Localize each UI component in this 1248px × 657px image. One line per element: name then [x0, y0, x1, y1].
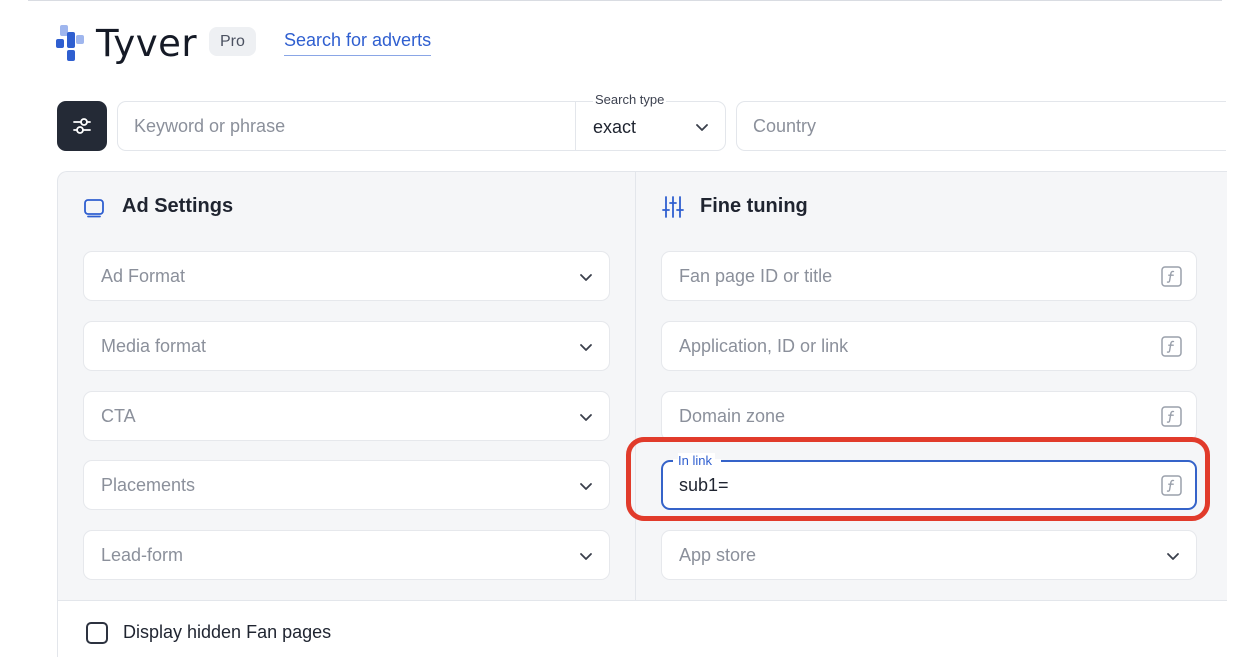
search-adverts-link[interactable]: Search for adverts — [284, 30, 432, 56]
fan-page-placeholder: Fan page ID or title — [679, 266, 833, 286]
lead-form-label: Lead-form — [101, 545, 184, 565]
chevron-down-icon — [580, 414, 592, 421]
domain-zone-placeholder: Domain zone — [679, 406, 786, 426]
cta-label: CTA — [101, 406, 136, 426]
chevron-down-icon — [580, 344, 592, 351]
function-icon[interactable] — [1161, 406, 1182, 427]
application-placeholder: Application, ID or link — [679, 336, 849, 356]
media-format-label: Media format — [101, 336, 207, 356]
brand-name: Tyver — [96, 22, 198, 65]
plan-badge: Pro — [209, 27, 256, 56]
highlight-annotation — [626, 437, 1210, 521]
function-icon[interactable] — [1161, 266, 1182, 287]
layers-icon — [84, 199, 104, 218]
fine-tuning-title: Fine tuning — [700, 195, 808, 217]
search-type-label: Search type — [593, 92, 667, 107]
top-divider — [28, 0, 1222, 1]
app-store-select[interactable]: App store — [661, 530, 1197, 580]
hidden-fan-pages-checkbox[interactable] — [86, 622, 108, 644]
sliders-icon — [73, 118, 91, 134]
function-icon[interactable] — [1161, 336, 1182, 357]
country-input[interactable] — [736, 101, 1226, 151]
placements-select[interactable]: Placements — [83, 460, 610, 510]
ad-format-label: Ad Format — [101, 266, 186, 286]
logo-mark-icon — [56, 24, 86, 63]
chevron-down-icon — [1167, 553, 1179, 560]
chevron-down-icon — [696, 124, 708, 131]
chevron-down-icon — [580, 483, 592, 490]
brand-logo[interactable]: Tyver — [56, 22, 197, 65]
equalizer-icon — [662, 196, 684, 218]
search-type-select[interactable]: exact — [575, 101, 726, 151]
ad-format-select[interactable]: Ad Format — [83, 251, 610, 301]
cta-select[interactable]: CTA — [83, 391, 610, 441]
chevron-down-icon — [580, 553, 592, 560]
lead-form-select[interactable]: Lead-form — [83, 530, 610, 580]
chevron-down-icon — [580, 274, 592, 281]
search-type-value: exact — [593, 117, 637, 137]
hidden-fan-pages-label: Display hidden Fan pages — [123, 622, 332, 642]
application-input[interactable]: Application, ID or link — [661, 321, 1197, 371]
domain-zone-input[interactable]: Domain zone — [661, 391, 1197, 441]
fan-page-input[interactable]: Fan page ID or title — [661, 251, 1197, 301]
placements-label: Placements — [101, 475, 196, 495]
ad-settings-title: Ad Settings — [122, 195, 234, 217]
media-format-select[interactable]: Media format — [83, 321, 610, 371]
keyword-input[interactable] — [117, 101, 577, 151]
filters-button[interactable] — [57, 101, 107, 151]
column-divider — [635, 171, 636, 600]
app-store-label: App store — [679, 545, 757, 565]
